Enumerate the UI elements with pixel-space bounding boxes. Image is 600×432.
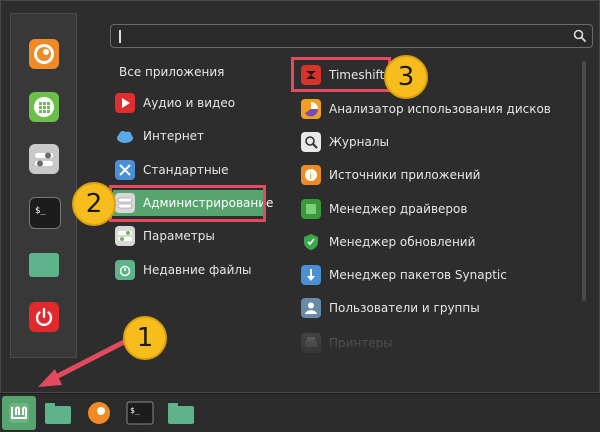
software-sources-icon: i xyxy=(301,165,321,185)
app-label: Источники приложений xyxy=(329,168,481,182)
firefox-icon[interactable] xyxy=(29,39,59,69)
category-label: Недавние файлы xyxy=(143,263,252,277)
step-badge-3: 3 xyxy=(384,55,428,99)
settings-icon[interactable] xyxy=(29,144,59,174)
svg-text:$_: $_ xyxy=(35,206,46,216)
tools-icon xyxy=(115,160,135,180)
app-printers[interactable]: Принтеры xyxy=(301,330,591,356)
app-synaptic[interactable]: Менеджер пакетов Synaptic xyxy=(301,262,591,288)
folder-icon[interactable] xyxy=(29,253,59,277)
app-label: Журналы xyxy=(329,135,389,149)
users-icon xyxy=(301,298,321,318)
app-disk-usage-analyzer[interactable]: Анализатор использования дисков xyxy=(301,96,591,122)
taskbar: $_ xyxy=(0,393,600,432)
folder-icon[interactable] xyxy=(43,398,73,428)
category-preferences[interactable]: Параметры xyxy=(115,223,263,249)
cloud-icon xyxy=(115,126,135,146)
terminal-icon[interactable]: $_ xyxy=(29,197,61,229)
disk-usage-icon xyxy=(301,99,321,119)
printer-icon xyxy=(301,333,321,353)
firefox-icon[interactable] xyxy=(84,398,114,428)
logs-icon xyxy=(301,132,321,152)
recent-folder-icon xyxy=(115,260,135,280)
category-internet[interactable]: Интернет xyxy=(115,123,263,149)
update-manager-icon xyxy=(301,232,321,252)
category-accessories[interactable]: Стандартные xyxy=(115,157,263,183)
svg-text:$_: $_ xyxy=(130,406,140,415)
category-label: Параметры xyxy=(143,229,215,243)
step-badge-2: 2 xyxy=(72,182,116,226)
mint-menu-icon[interactable] xyxy=(2,396,36,430)
folder-icon[interactable] xyxy=(166,398,196,428)
category-audio-video[interactable]: Аудио и видео xyxy=(115,90,263,116)
app-label: Менеджер драйверов xyxy=(329,202,468,216)
app-list-scrollbar[interactable] xyxy=(582,61,586,301)
synaptic-icon xyxy=(301,265,321,285)
svg-text:i: i xyxy=(309,172,312,182)
app-label: Менеджер обновлений xyxy=(329,235,476,249)
app-users-groups[interactable]: Пользователи и группы xyxy=(301,295,591,321)
favorites-bar: $_ xyxy=(10,13,77,358)
driver-manager-icon xyxy=(301,199,321,219)
category-all-applications[interactable]: Все приложения xyxy=(119,65,224,79)
app-label: Принтеры xyxy=(329,336,393,350)
media-icon xyxy=(115,93,135,113)
app-driver-manager[interactable]: Менеджер драйверов xyxy=(301,196,591,222)
category-label: Интернет xyxy=(143,129,205,143)
highlight-box-timeshift xyxy=(291,57,391,92)
app-update-manager[interactable]: Менеджер обновлений xyxy=(301,229,591,255)
category-label: Аудио и видео xyxy=(143,96,236,110)
highlight-box-administration xyxy=(109,185,266,222)
power-icon[interactable] xyxy=(29,302,59,332)
preferences-icon xyxy=(115,226,135,246)
category-label: Стандартные xyxy=(143,163,229,177)
calculator-icon[interactable] xyxy=(29,92,59,122)
terminal-icon[interactable]: $_ xyxy=(125,398,155,428)
app-label: Анализатор использования дисков xyxy=(329,102,551,116)
category-recent-files[interactable]: Недавние файлы xyxy=(115,257,263,283)
step-badge-1: 1 xyxy=(123,316,167,360)
application-menu: $_ Все приложения Аудио и видео Интернет… xyxy=(0,0,600,393)
app-logs[interactable]: Журналы xyxy=(301,129,591,155)
text-caret xyxy=(119,30,121,43)
search-icon xyxy=(573,29,586,42)
app-software-sources[interactable]: i Источники приложений xyxy=(301,162,591,188)
app-label: Менеджер пакетов Synaptic xyxy=(329,268,507,282)
app-label: Пользователи и группы xyxy=(329,301,480,315)
search-input[interactable] xyxy=(110,24,593,48)
